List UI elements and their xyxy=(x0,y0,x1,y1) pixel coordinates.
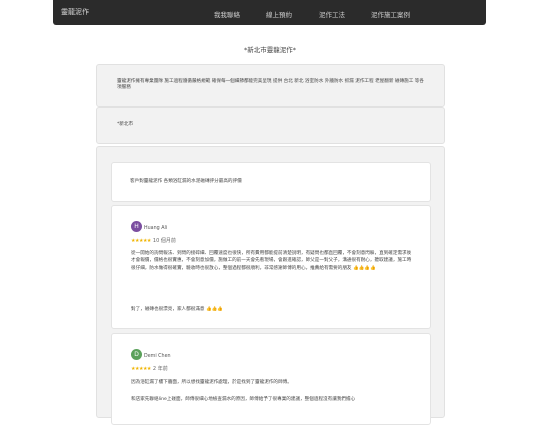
nav-link-contact[interactable]: 我我聯絡 xyxy=(214,9,240,19)
intro-text: 靈龍泥作擁有專業團隊 施工過程遵循嚴格規範 確保每一個細節都能完美呈現 提供 台… xyxy=(117,79,424,91)
location-card: *新北市 xyxy=(96,107,445,144)
rating-stars: ★★★★★ 2 年前 xyxy=(131,365,168,372)
top-navbar: 靈龍泥作 我我聯絡 線上預約 泥作工法 泥作施工案例 xyxy=(53,0,486,25)
review-card: D Demi Chen ★★★★★ 2 年前 因為浴缸漏了樓下牆面，所以想找靈龍泥… xyxy=(111,333,431,425)
avatar: D xyxy=(131,349,142,360)
location-text: *新北市 xyxy=(117,122,134,127)
review-followup: 對了，磁磚也很漂亮，家人都很滿意 👍👍👍 xyxy=(131,307,224,312)
nav-link-cases[interactable]: 泥作施工案例 xyxy=(371,9,410,19)
rating-stars-icons: ★★★★★ xyxy=(131,366,151,372)
nav-link-methods[interactable]: 泥作工法 xyxy=(319,9,345,19)
reviews-heading: 客戶對靈龍泥作 各類浴缸漏的水泥磁磚評分最高的評價 xyxy=(130,179,242,184)
rating-stars: ★★★★★ 10 個月前 xyxy=(131,237,176,244)
intro-card: 靈龍泥作擁有專業團隊 施工過程遵循嚴格規範 確保每一個細節都能完美呈現 提供 台… xyxy=(96,64,445,107)
reviewer-name[interactable]: Huang Ali xyxy=(144,226,167,231)
rating-stars-icons: ★★★★★ xyxy=(131,238,151,244)
review-card: H Huang Ali ★★★★★ 10 個月前 從一開始的詢問報法、到問的接碎細… xyxy=(111,205,431,329)
review-date: 10 個月前 xyxy=(152,238,176,244)
reviews-heading-box: 客戶對靈龍泥作 各類浴缸漏的水泥磁磚評分最高的評價 xyxy=(111,162,431,202)
reviewer-name[interactable]: Demi Chen xyxy=(144,354,171,359)
review-text: 從一開始的詢問報法、到問的接碎細、回覆速度也很快，所有費用都能提前清楚說明，有疑… xyxy=(131,251,412,271)
nav-link-booking[interactable]: 線上預約 xyxy=(266,9,292,19)
review-date: 2 年前 xyxy=(152,366,168,372)
avatar: H xyxy=(131,221,142,232)
review-followup: 和店家先聯絡line上碰面，師傅很細心地檢查漏水的原因，師傅給予了很專業的建議，… xyxy=(131,397,356,402)
review-text: 因為浴缸漏了樓下牆面，所以想找靈龍泥作處理，於是找到了靈龍泥作的師傅。 xyxy=(131,380,292,385)
reviews-section: 客戶對靈龍泥作 各類浴缸漏的水泥磁磚評分最高的評價 H Huang Ali ★★… xyxy=(96,146,445,425)
brand-logo[interactable]: 靈龍泥作 xyxy=(61,7,89,17)
page-title: *新北市靈龍泥作* xyxy=(244,46,296,54)
